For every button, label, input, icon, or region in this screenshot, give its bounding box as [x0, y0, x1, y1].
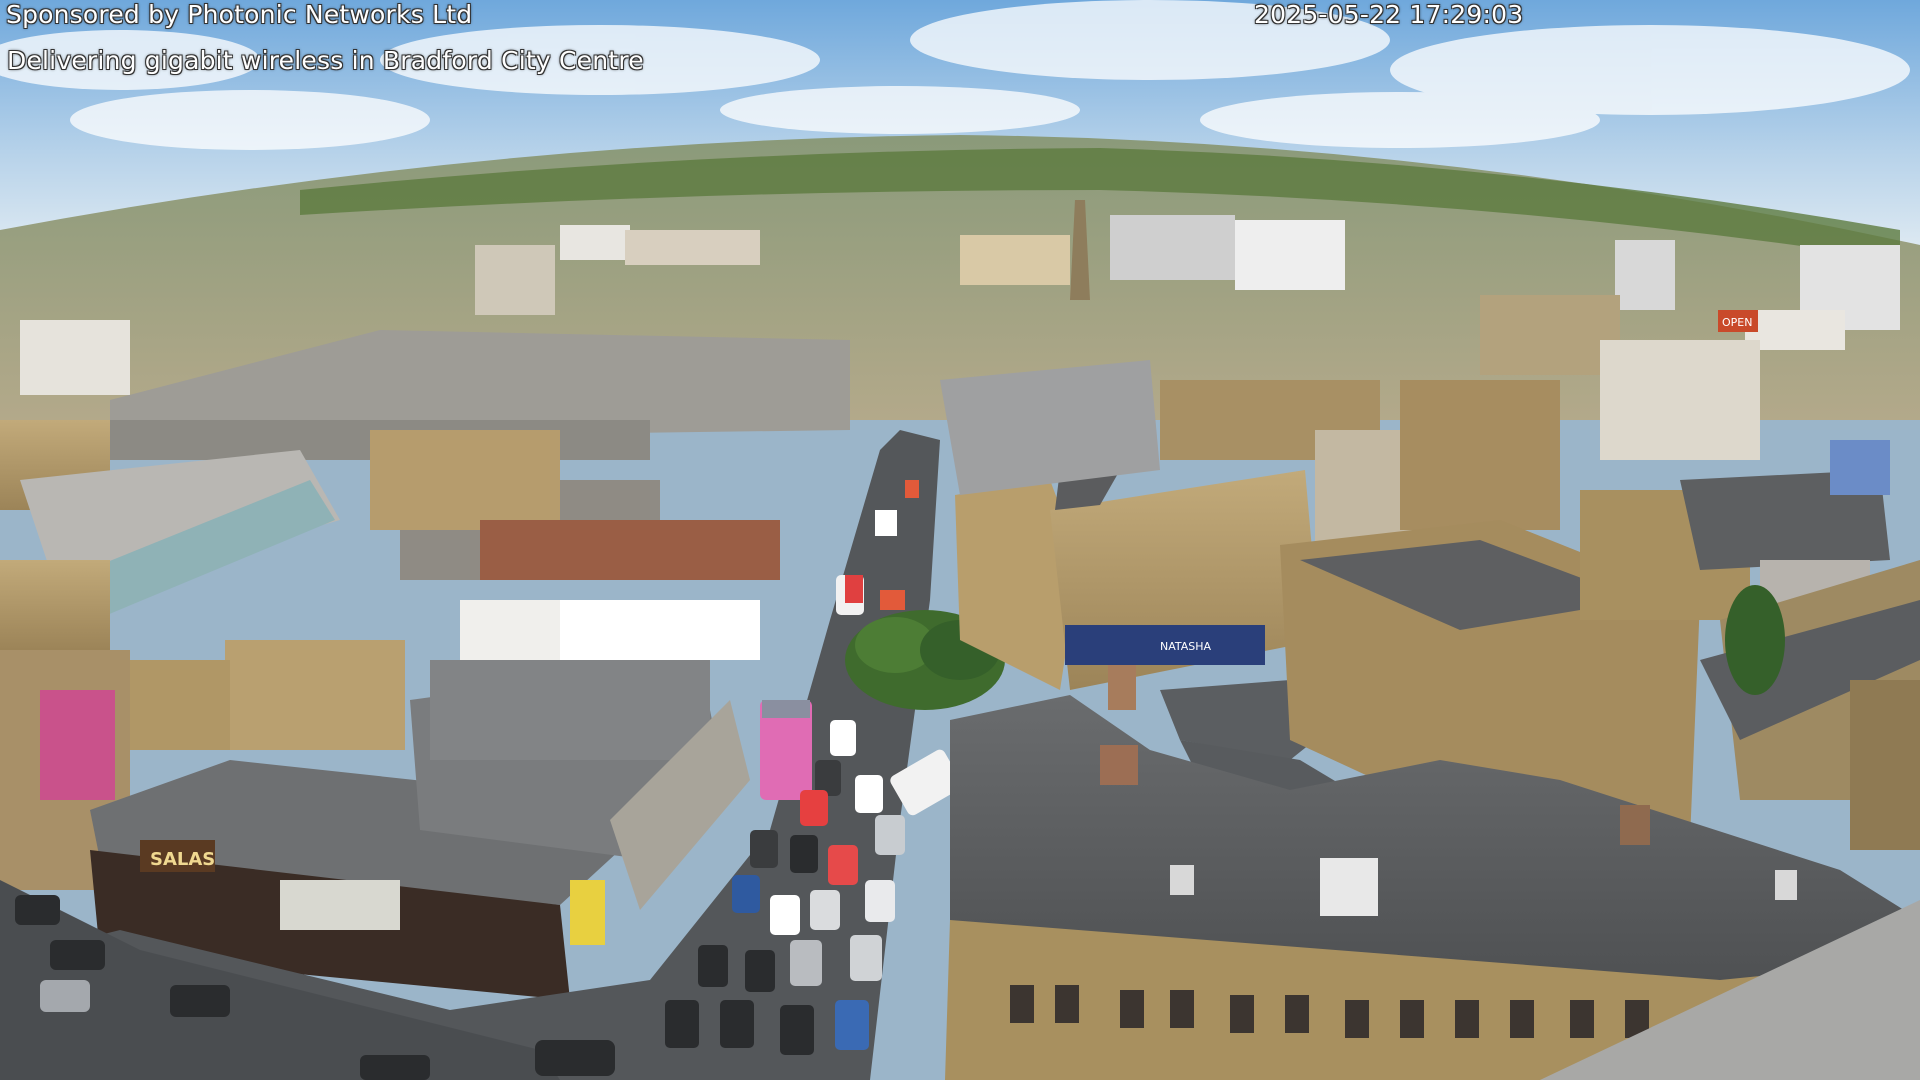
- tagline-overlay-text: Delivering gigabit wireless in Bradford …: [7, 46, 644, 75]
- timestamp-overlay: 2025-05-22 17:29:03: [1254, 0, 1524, 29]
- city-webcam-scene: SALAS NATASHA OPEN: [0, 0, 1920, 1080]
- salas-sign: SALAS: [150, 849, 215, 870]
- natasha-sign: NATASHA: [1160, 640, 1212, 653]
- open-sign: OPEN: [1722, 316, 1752, 329]
- sponsor-overlay-text: Sponsored by Photonic Networks Ltd: [6, 0, 473, 29]
